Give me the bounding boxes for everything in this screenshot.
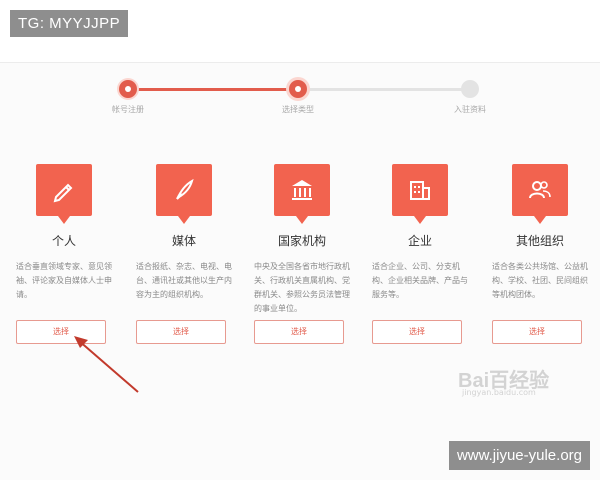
step-1-label: 帐号注册 <box>112 105 144 114</box>
card-title: 个人 <box>51 234 76 248</box>
card-title: 媒体 <box>171 234 196 248</box>
people-icon <box>512 164 568 224</box>
card-individual: 个人 适合垂直领域专家、意见领袖、评论家及自媒体人士申请。 选择 <box>16 160 124 360</box>
card-media: 媒体 适合报纸、杂志、电视、电台、通讯社或其他以生产内容为主的组织机构。 选择 <box>136 160 244 360</box>
progress-stepper: 帐号注册 选择类型 入驻资料 <box>0 78 600 118</box>
pencil-icon <box>36 164 92 224</box>
step-dot-center <box>125 86 131 92</box>
card-title: 企业 <box>407 234 432 248</box>
step-3-dot <box>461 80 479 98</box>
select-media-button[interactable]: 选择 <box>136 320 226 344</box>
step-1-dot <box>119 80 137 98</box>
government-building-icon <box>274 164 330 224</box>
stepper-line-completed <box>128 88 298 91</box>
step-3-label: 入驻资料 <box>454 105 486 114</box>
card-description: 适合垂直领域专家、意见领袖、评论家及自媒体人士申请。 <box>16 262 112 299</box>
office-building-icon <box>392 164 448 224</box>
overlay-url: www.jiyue-yule.org <box>448 441 590 470</box>
card-description: 中央及全国各省市地行政机关、行政机关直属机构、党群机关、参照公务员法管理的事业单… <box>254 262 350 313</box>
baidu-jingyan-url: jingyan.baidu.com <box>462 388 536 397</box>
stepper-line-pending <box>298 88 470 91</box>
select-government-button[interactable]: 选择 <box>254 320 344 344</box>
card-title: 国家机构 <box>277 234 326 248</box>
card-description: 适合各类公共场馆、公益机构、学校、社团、民间组织等机构团体。 <box>492 262 588 299</box>
card-description: 适合报纸、杂志、电视、电台、通讯社或其他以生产内容为主的组织机构。 <box>136 262 232 299</box>
card-enterprise: 企业 适合企业、公司、分支机构、企业相关品牌、产品与服务等。 选择 <box>372 160 480 360</box>
step-2-label: 选择类型 <box>282 105 314 114</box>
overlay-tag: TG: MYYJJPP <box>10 10 129 37</box>
card-government: 国家机构 中央及全国各省市地行政机关、行政机关直属机构、党群机关、参照公务员法管… <box>254 160 362 360</box>
select-other-organization-button[interactable]: 选择 <box>492 320 582 344</box>
pointer-arrow-annotation <box>74 336 139 393</box>
card-other-organization: 其他组织 适合各类公共场馆、公益机构、学校、社团、民间组织等机构团体。 选择 <box>492 160 600 360</box>
quill-icon <box>156 164 212 224</box>
card-title: 其他组织 <box>515 234 564 248</box>
step-2-dot <box>289 80 307 98</box>
step-dot-center <box>295 86 301 92</box>
registration-panel: 帐号注册 选择类型 入驻资料 个人 适合垂直领域专家、意见领袖、评论家及自媒体人… <box>0 0 600 480</box>
card-description: 适合企业、公司、分支机构、企业相关品牌、产品与服务等。 <box>372 262 468 299</box>
select-enterprise-button[interactable]: 选择 <box>372 320 462 344</box>
